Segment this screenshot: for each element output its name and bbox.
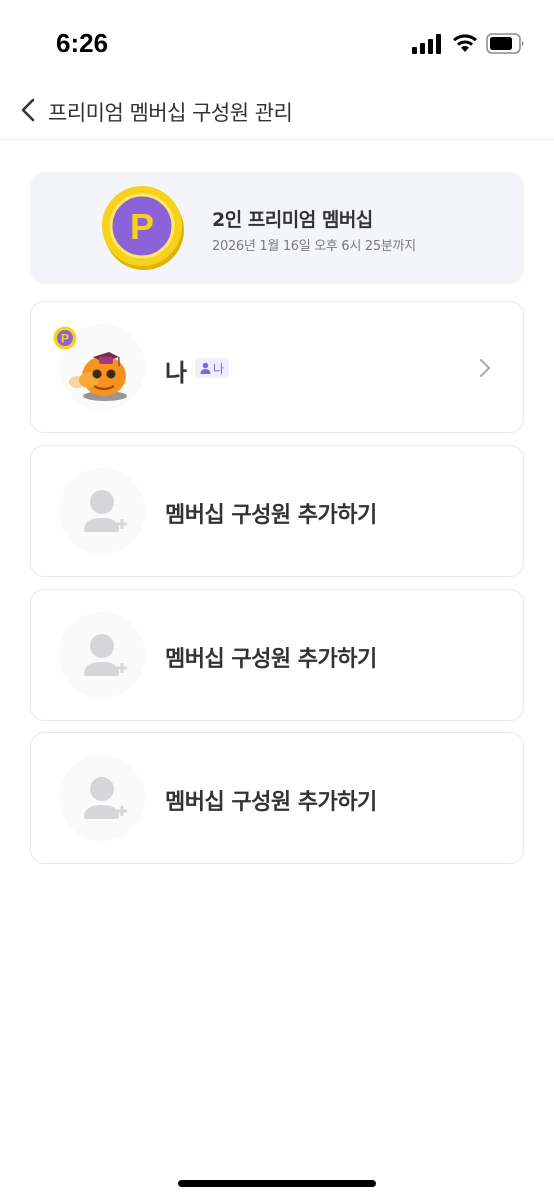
- wifi-icon: [453, 34, 477, 52]
- chevron-right-icon: [480, 359, 490, 377]
- me-tag-label: 나: [213, 361, 225, 376]
- add-person-icon: [84, 634, 127, 676]
- battery-icon: [486, 33, 524, 54]
- member-card-me[interactable]: P 나 나: [30, 301, 524, 433]
- nav-bar: 프리미엄 멤버십 구성원 관리: [0, 80, 554, 140]
- add-member-label: 멤버십 구성원 추가하기: [165, 790, 377, 815]
- person-icon: [200, 362, 211, 374]
- add-member-button[interactable]: 멤버십 구성원 추가하기: [30, 589, 524, 721]
- add-member-label: 멤버십 구성원 추가하기: [165, 647, 377, 672]
- home-indicator: [178, 1180, 376, 1187]
- svg-text:P: P: [61, 332, 69, 346]
- signal-icon: [412, 34, 441, 54]
- status-time: 6:26: [56, 28, 109, 58]
- member-name: 나: [165, 359, 188, 387]
- page-title: 프리미엄 멤버십 구성원 관리: [48, 101, 293, 125]
- me-tag: 나: [195, 358, 230, 378]
- add-member-button[interactable]: 멤버십 구성원 추가하기: [30, 445, 524, 577]
- premium-badge-icon: P: [53, 326, 77, 350]
- premium-coin-icon: P: [102, 186, 184, 270]
- plan-expiry-date: 2026년 1월 16일 오후 6시 25분까지: [212, 239, 416, 254]
- plan-title: 2인 프리미엄 멤버십: [212, 209, 373, 231]
- add-person-icon: [84, 777, 127, 819]
- status-bar: 6:26: [0, 0, 554, 80]
- add-member-label: 멤버십 구성원 추가하기: [165, 503, 377, 528]
- svg-text:P: P: [130, 206, 154, 247]
- add-person-icon: [84, 490, 127, 532]
- back-arrow-icon[interactable]: [18, 96, 40, 124]
- add-member-button[interactable]: 멤버십 구성원 추가하기: [30, 732, 524, 864]
- membership-plan-card: P 2인 프리미엄 멤버십 2026년 1월 16일 오후 6시 25분까지: [30, 172, 524, 284]
